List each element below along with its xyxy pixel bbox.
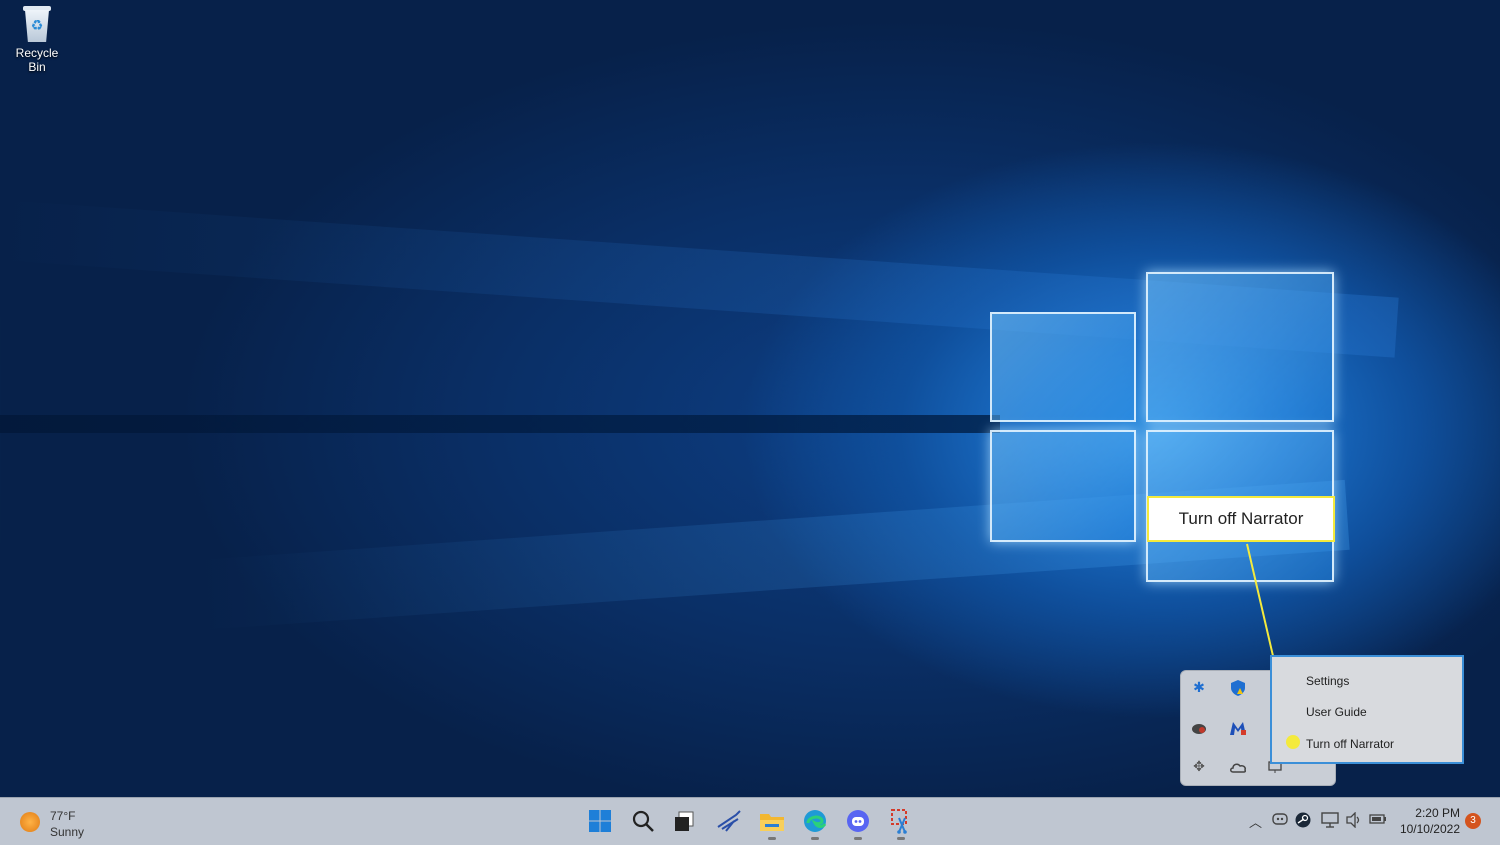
chevron-up-icon[interactable]: ︿ xyxy=(1249,812,1262,831)
narrator-context-menu: Settings User Guide Turn off Narrator xyxy=(1270,655,1464,764)
callout-pointer-dot xyxy=(1286,735,1300,749)
malwarebytes-icon[interactable] xyxy=(1227,717,1249,739)
display-icon[interactable] xyxy=(1321,812,1339,832)
app-tray-icon[interactable] xyxy=(1188,717,1210,739)
battery-icon[interactable] xyxy=(1369,812,1387,830)
weather-temperature: 77°F xyxy=(50,809,76,823)
snipping-tool-icon[interactable] xyxy=(888,808,914,840)
bluetooth-icon[interactable]: ✱ xyxy=(1188,677,1210,699)
security-shield-icon[interactable] xyxy=(1227,677,1249,699)
task-view-icon[interactable] xyxy=(671,808,697,834)
steam-icon[interactable] xyxy=(1295,812,1311,832)
app-icon[interactable] xyxy=(716,808,742,834)
weather-condition: Sunny xyxy=(50,825,85,839)
clock-date: 10/10/2022 xyxy=(1399,822,1460,836)
annotation-callout: Turn off Narrator xyxy=(1147,496,1335,542)
taskbar: 77°F Sunny ︿ 2:20 PM 10/10/2022 3 xyxy=(0,797,1500,845)
discord-tray-icon[interactable] xyxy=(1272,812,1288,830)
discord-icon[interactable] xyxy=(845,808,871,840)
clock[interactable]: 2:20 PM 10/10/2022 xyxy=(1398,805,1460,837)
menu-item-user-guide[interactable]: User Guide xyxy=(1306,705,1367,719)
clock-time: 2:20 PM xyxy=(1415,806,1460,820)
edge-icon[interactable] xyxy=(802,808,828,840)
onedrive-icon[interactable] xyxy=(1227,756,1249,778)
start-icon[interactable] xyxy=(587,808,613,834)
volume-icon[interactable] xyxy=(1345,811,1363,832)
menu-item-settings[interactable]: Settings xyxy=(1306,674,1349,688)
puzzle-icon[interactable]: ✥ xyxy=(1188,756,1210,778)
notification-badge[interactable]: 3 xyxy=(1465,813,1481,829)
sun-icon xyxy=(20,812,40,832)
menu-item-turn-off-narrator[interactable]: Turn off Narrator xyxy=(1306,737,1394,751)
file-explorer-icon[interactable] xyxy=(759,808,785,840)
search-icon[interactable] xyxy=(630,808,656,834)
